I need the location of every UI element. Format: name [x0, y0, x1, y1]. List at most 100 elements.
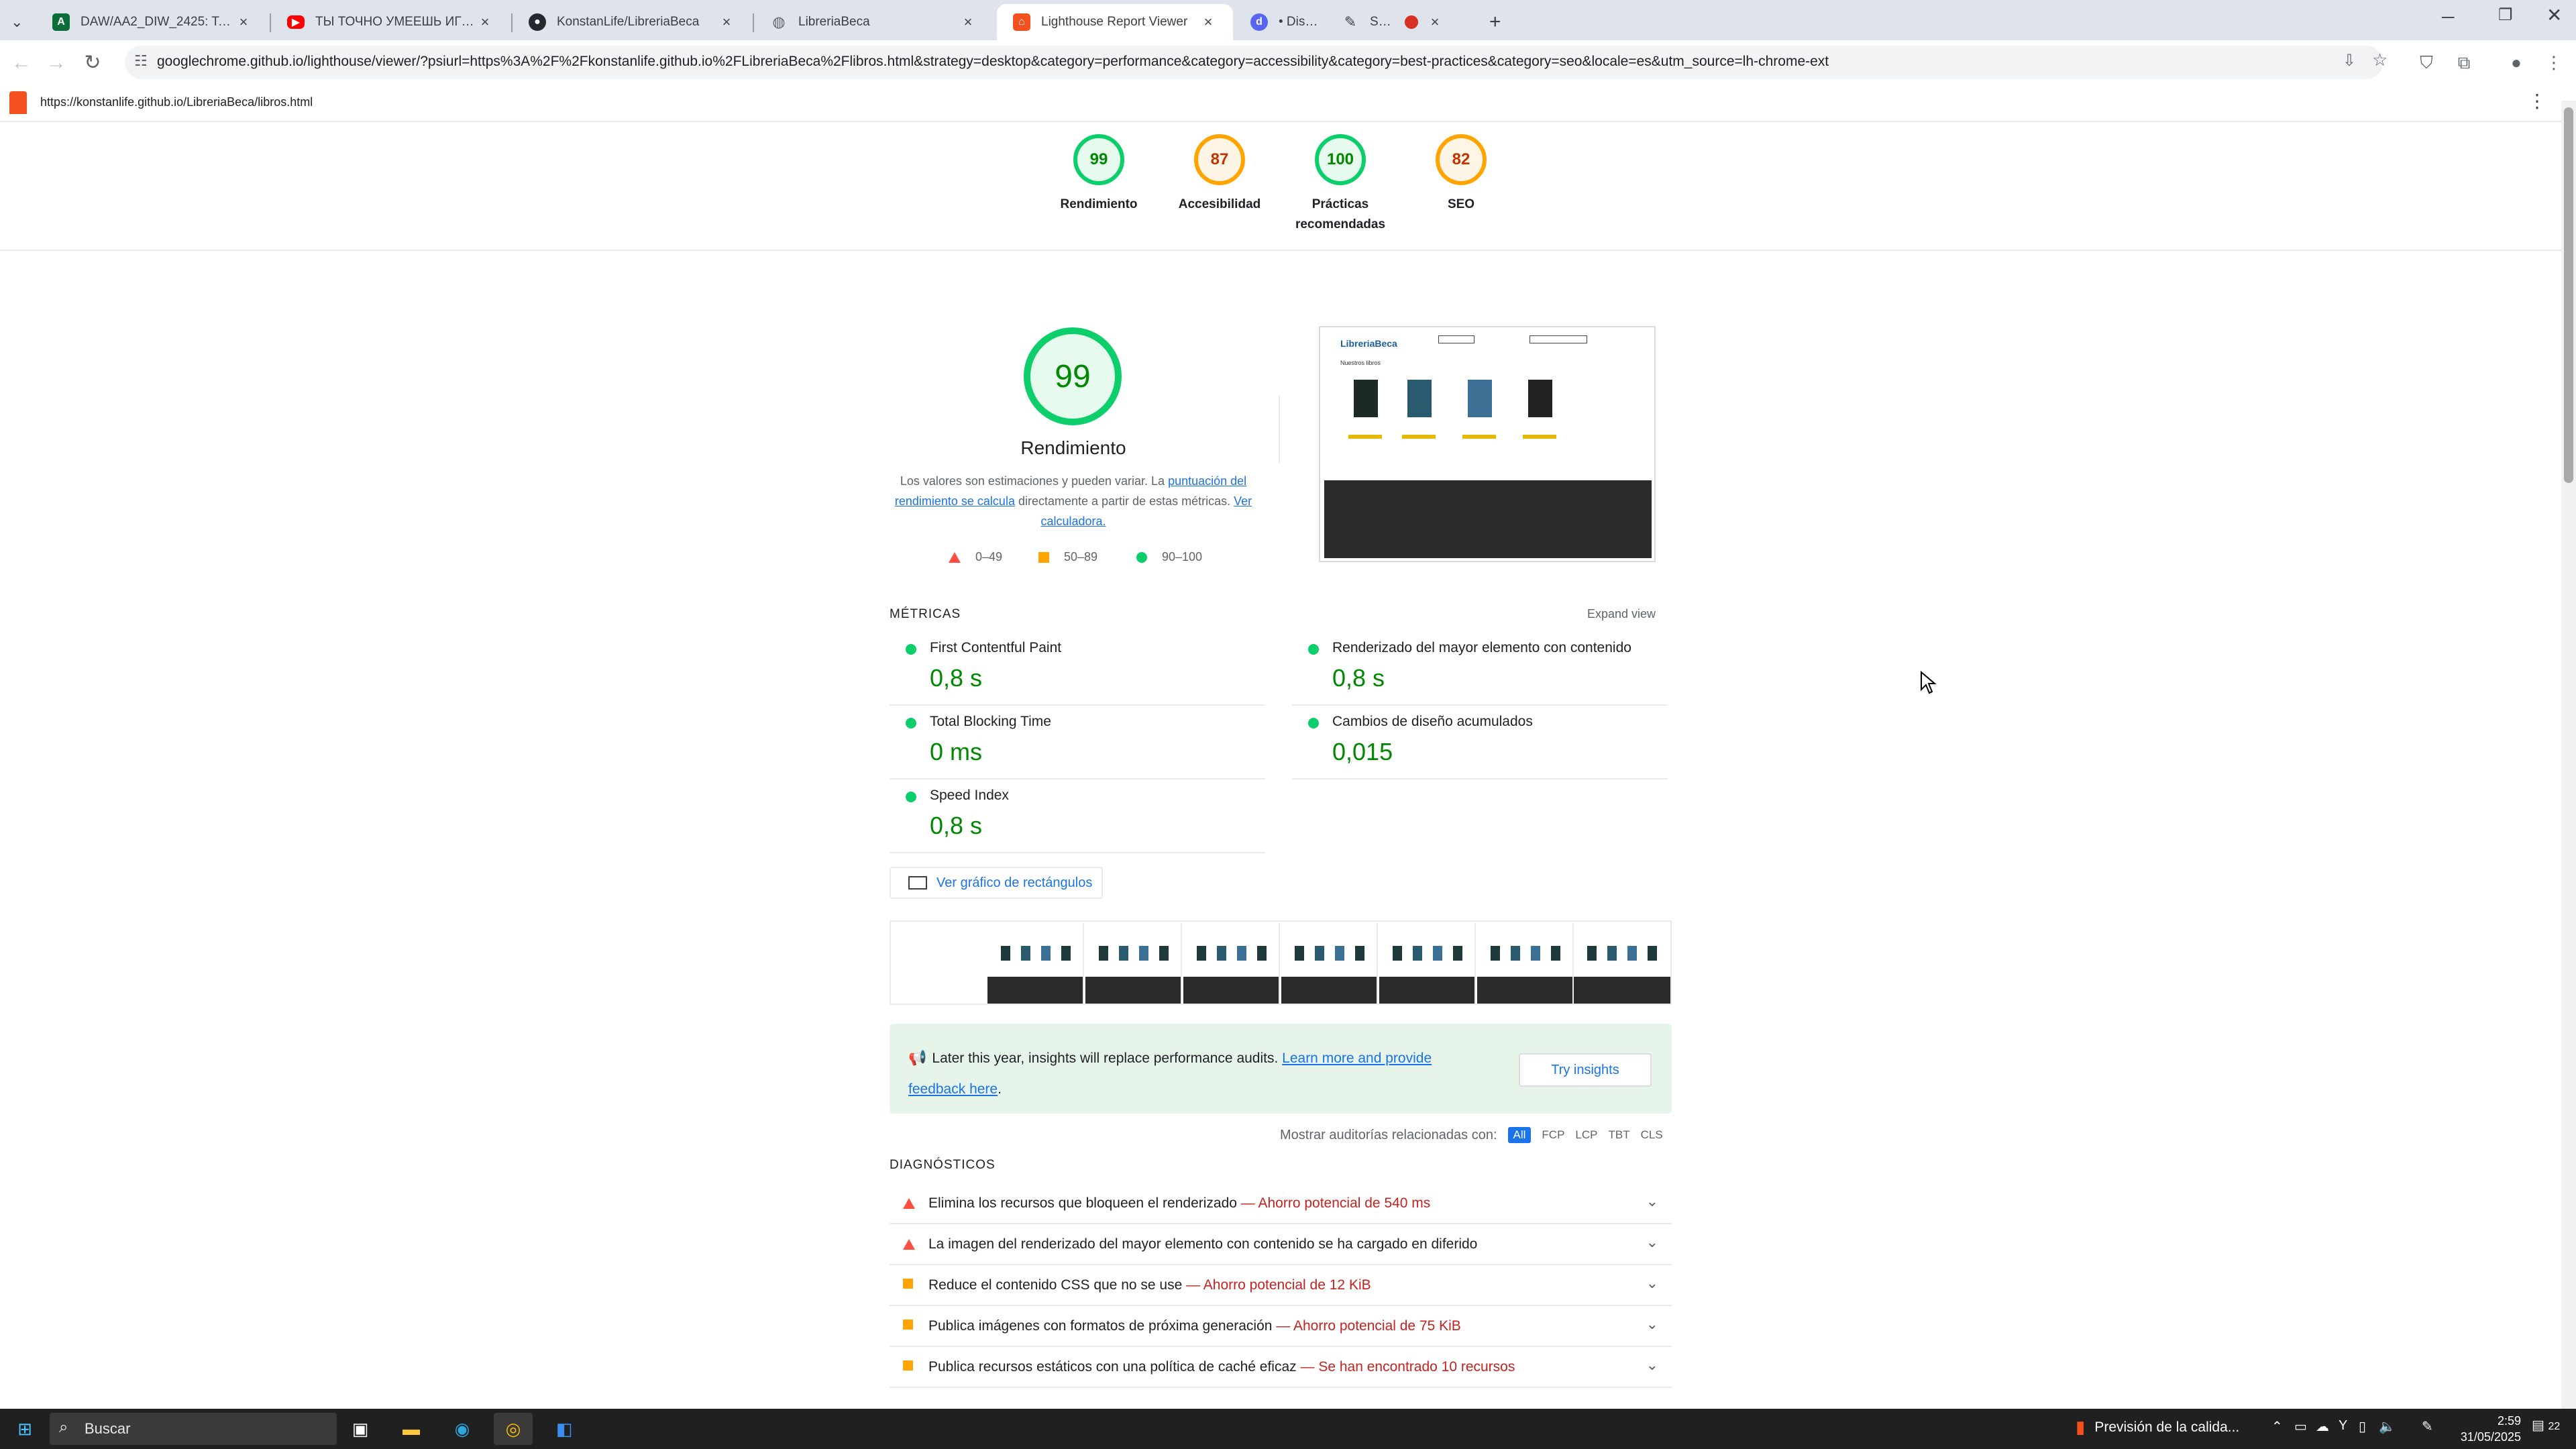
diagnostic-row[interactable]: Publica recursos estáticos con una polít… [890, 1347, 1672, 1388]
vscode-icon[interactable]: ◧ [545, 1413, 584, 1445]
expand-view-toggle[interactable]: Expand view [1587, 607, 1656, 621]
treemap-button[interactable]: Ver gráfico de rectángulos [890, 867, 1103, 899]
legend-label: 50–89 [1064, 550, 1098, 564]
tab-github[interactable]: ● KonstanLife/LibreriaBeca × [513, 4, 751, 40]
clock[interactable]: 2:59 31/05/2025 [2447, 1413, 2521, 1445]
notification-center[interactable]: ▤ 22 [2532, 1417, 2560, 1434]
metric-fcp: First Contentful Paint 0,8 s [890, 633, 1265, 706]
tested-url[interactable]: https://konstanlife.github.io/LibreriaBe… [40, 95, 313, 109]
filmstrip-frame [1477, 923, 1574, 1004]
new-tab-button[interactable]: + [1473, 4, 1511, 40]
restore-button[interactable]: ❐ [2498, 5, 2513, 25]
legend-average: 50–89 [1038, 550, 1097, 564]
filter-chip-all[interactable]: All [1507, 1127, 1532, 1143]
audit-filter: Mostrar auditorías relacionadas con: All… [1280, 1127, 1663, 1143]
diagnostic-title: Elimina los recursos que bloqueen el ren… [928, 1195, 1237, 1211]
metric-tbt: Total Blocking Time 0 ms [890, 707, 1265, 780]
site-footer [1324, 480, 1652, 558]
taskbar-search[interactable]: ⌕ Buscar [50, 1413, 337, 1445]
windows-start-icon[interactable]: ⊞ [5, 1413, 44, 1445]
gauge-best-practices[interactable]: 100 Prácticas recomendadas [1273, 134, 1407, 235]
diagnostic-row[interactable]: La imagen del renderizado del mayor elem… [890, 1224, 1672, 1265]
chevron-down-icon[interactable]: ⌄ [1646, 1275, 1658, 1292]
gauge-seo[interactable]: 82 SEO [1394, 134, 1528, 215]
close-window-button[interactable]: ✕ [2546, 4, 2562, 26]
tab-youtube[interactable]: ▶ ТЫ ТОЧНО УМЕЕШЬ ИГРАТЬ В × [271, 4, 510, 40]
back-button[interactable]: ← [8, 50, 35, 76]
chrome-icon[interactable]: ◎ [494, 1413, 533, 1445]
reload-button[interactable]: ↻ [79, 50, 106, 76]
rating-stars [1523, 435, 1556, 439]
close-icon[interactable]: × [235, 13, 252, 31]
chevron-down-icon[interactable]: ⌄ [1646, 1316, 1658, 1333]
try-insights-button[interactable]: Try insights [1519, 1053, 1652, 1087]
pen-icon[interactable]: ✎ [2422, 1418, 2433, 1435]
gauge-performance[interactable]: 99 Rendimiento [1032, 134, 1166, 215]
weather-widget[interactable]: ▮ Previsión de la calida... [2076, 1417, 2239, 1438]
site-settings-icon[interactable]: ☷ [134, 52, 148, 70]
filmstrip-frame [1085, 923, 1182, 1004]
divider [0, 250, 2563, 251]
final-screenshot[interactable]: LibreriaBeca Nuestros libros [1319, 326, 1656, 562]
close-icon[interactable]: × [1199, 13, 1217, 31]
gauge-label: Rendimiento [1060, 197, 1138, 211]
tab-daw[interactable]: A DAW/AA2_DIW_2425: Tarea onl × [36, 4, 268, 40]
page-scrollbar[interactable] [2561, 101, 2576, 1409]
tab-sala[interactable]: ✎ Sala #1 | × [1326, 4, 1460, 40]
diagnostic-row[interactable]: Reduce el contenido CSS que no se use — … [890, 1265, 1672, 1306]
task-view-icon[interactable]: ▣ [341, 1413, 380, 1445]
scrollbar-thumb[interactable] [2564, 107, 2573, 483]
site-dropdown [1438, 335, 1474, 343]
file-explorer-icon[interactable]: ▬ [392, 1413, 431, 1445]
address-bar[interactable]: ☷ googlechrome.github.io/lighthouse/view… [125, 46, 2387, 79]
edge-icon[interactable]: ◉ [443, 1413, 482, 1445]
profile-icon[interactable]: ● [2505, 51, 2528, 74]
extensions-icon[interactable]: ⧉ [2453, 51, 2475, 74]
volume-icon[interactable]: 🔈 [2379, 1418, 2396, 1435]
megaphone-icon: 📢 [908, 1049, 927, 1066]
treemap-label: Ver gráfico de rectángulos [936, 875, 1093, 890]
close-icon[interactable]: × [718, 13, 735, 31]
network-icon[interactable]: ▭ [2294, 1418, 2307, 1435]
filter-chip-cls[interactable]: CLS [1641, 1128, 1663, 1142]
report-menu-icon[interactable]: ⋮ [2528, 90, 2546, 112]
filter-chip-tbt[interactable]: TBT [1608, 1128, 1629, 1142]
youtube-icon: ▶ [287, 15, 305, 29]
filter-chip-fcp[interactable]: FCP [1542, 1128, 1564, 1142]
performance-score-gauge: 99 [1024, 327, 1122, 425]
diagnostic-row[interactable]: Publica imágenes con formatos de próxima… [890, 1306, 1672, 1347]
menu-kebab-icon[interactable]: ⋮ [2542, 51, 2565, 74]
fail-triangle-icon [903, 1197, 915, 1209]
shield-icon[interactable]: ⛉ [2415, 51, 2438, 74]
battery-icon[interactable]: ▯ [2359, 1418, 2366, 1435]
filter-chip-lcp[interactable]: LCP [1575, 1128, 1597, 1142]
cloud-icon[interactable]: ☁ [2316, 1418, 2329, 1435]
link-icon: ✎ [1344, 13, 1357, 30]
a-icon: A [52, 13, 70, 31]
install-app-icon[interactable]: ⇩ [2343, 51, 2356, 70]
gauge-accessibility[interactable]: 87 Accesibilidad [1152, 134, 1287, 215]
filmstrip-frame [1281, 923, 1378, 1004]
chevron-up-icon[interactable]: ⌃ [2271, 1418, 2283, 1435]
chevron-down-icon[interactable]: ⌄ [1646, 1356, 1658, 1374]
metric-cls: Cambios de diseño acumulados 0,015 [1292, 707, 1668, 780]
close-icon[interactable]: × [1426, 13, 1444, 31]
chevron-down-icon[interactable]: ⌄ [1646, 1234, 1658, 1251]
tab-lighthouse[interactable]: ⌂ Lighthouse Report Viewer × [997, 4, 1233, 40]
weather-text: Previsión de la calida... [2094, 1419, 2240, 1435]
metric-value: 0,015 [1332, 738, 1393, 765]
forward-button[interactable]: → [43, 50, 70, 76]
tab-discord[interactable]: d • Discord | ( [1234, 4, 1335, 40]
tab-libreriabeca[interactable]: ◍ LibreriaBeca × [754, 4, 993, 40]
close-icon[interactable]: × [959, 13, 977, 31]
close-icon[interactable]: × [476, 13, 494, 31]
minimize-button[interactable]: ─ [2442, 7, 2454, 28]
fail-triangle-icon [949, 551, 961, 563]
chevron-down-icon[interactable]: ⌄ [1646, 1193, 1658, 1210]
app-tray-icon[interactable]: Y [2339, 1418, 2347, 1434]
filmstrip-frame [987, 923, 1084, 1004]
tab-search-button[interactable]: ⌄ [3, 4, 36, 40]
diagnostic-row[interactable]: Elimina los recursos que bloqueen el ren… [890, 1183, 1672, 1224]
filmstrip-frame [1574, 923, 1670, 1004]
bookmark-star-icon[interactable]: ☆ [2372, 50, 2387, 70]
